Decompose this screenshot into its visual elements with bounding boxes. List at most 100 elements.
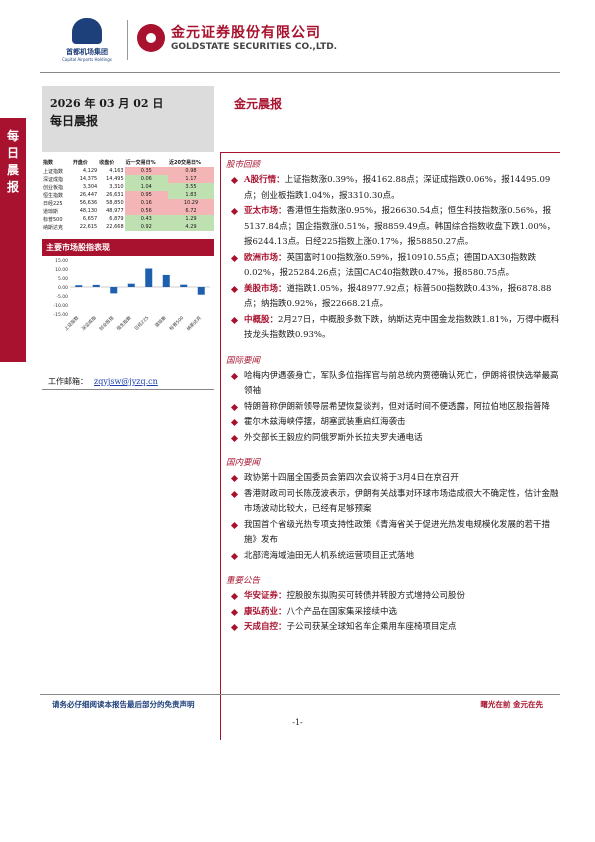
report-subtitle: 每日晨报 <box>50 114 99 128</box>
item-text: 英国富时100指数涨0.59%，报10910.55点；德国DAX30指数跌0.0… <box>244 252 537 279</box>
list-item: 欧洲市场：英国富时100指数涨0.59%，报10910.55点；德国DAX30指… <box>222 251 560 282</box>
item-text: 香港财政司司长陈茂波表示，伊朗有关战事对环球市场造成很大不确定性，估计金融市场波… <box>244 488 559 515</box>
y-tick-label: 10.00 <box>55 267 68 273</box>
open-cell: 4,129 <box>82 168 98 174</box>
change-20d-cell: 3.55 <box>167 183 214 191</box>
change-20d-cell: 1.29 <box>167 215 214 223</box>
col-header: 指数 <box>43 160 54 166</box>
change-1d-cell: 0.43 <box>124 215 168 223</box>
footer-rule <box>40 694 560 695</box>
list-item: 香港财政司司长陈茂波表示，伊朗有关战事对环球市场造成很大不确定性，估计金融市场波… <box>222 487 560 518</box>
contact-label: 工作邮箱： <box>48 377 88 386</box>
x-tick-label: 日经225 <box>133 314 150 331</box>
news-column: 股市回顾 A股行情：上证指数涨0.39%，报4162.88点；深证成指跌0.06%… <box>222 158 560 646</box>
diamond-bullet-icon <box>230 207 239 216</box>
news-section: 国内要闻 政协第十四届全国委员会第四次会议将于3月4日在京召开 香港财政司司长陈茂波… <box>222 456 560 564</box>
open-cell: 22,615 <box>79 224 98 230</box>
list-item: 中概股：2月27日，中概股多数下跌，纳斯达克中国金龙指数跌1.81%，万得中概科… <box>222 313 560 344</box>
index-name-cell: 创业板指 <box>43 184 64 191</box>
change-20d-cell: 4.29 <box>167 223 214 231</box>
col-header: 收盘价 <box>99 160 115 166</box>
page-title: 金元晨报 <box>234 97 283 111</box>
list-item: 我国首个省级光热专项支持性政策《青海省关于促进光热发电规模化发展的若干措施》发布 <box>222 518 560 549</box>
change-1d-cell: 0.16 <box>124 199 168 207</box>
bar <box>127 283 135 287</box>
list-item: 特朗普称伊朗新领导层希望恢复谈判，但对话时间不便透露，阿拉伯地区股指普降 <box>222 400 560 416</box>
capital-airports-emblem-icon <box>72 18 102 44</box>
section-title: 重要公告 <box>226 576 261 586</box>
open-cell: 48,130 <box>79 208 98 214</box>
change-1d-cell: 0.92 <box>124 223 168 231</box>
change-20d-cell: 1.83 <box>167 191 214 199</box>
x-tick-label: 标普500 <box>168 314 185 331</box>
title-rule <box>220 152 560 153</box>
x-tick-label: 深证成指 <box>80 314 98 332</box>
item-text: 2月27日，中概股多数下跌，纳斯达克中国金龙指数跌1.81%，万得中概科技龙头指… <box>244 314 560 341</box>
item-lead: 华安证券： <box>244 591 287 601</box>
section-title: 国内要闻 <box>226 458 261 468</box>
close-cell: 4,163 <box>109 168 124 174</box>
item-lead: 康弘药业： <box>244 606 287 617</box>
change-1d-cell: 0.95 <box>124 191 168 199</box>
email-link[interactable]: zqyjsw@jyzq.cn <box>94 377 158 386</box>
contact: 工作邮箱： zqyjsw@jyzq.cn <box>48 376 158 387</box>
item-text: 哈梅内伊遇袭身亡，军队多位指挥官与前总统内贾德确认死亡，伊朗将很快选举最高领袖 <box>244 370 559 397</box>
col-header: 开盘价 <box>72 160 88 166</box>
close-cell: 14,495 <box>106 176 124 182</box>
table-row: 创业板指 3,304 3,310 1.04 3.55 <box>42 183 214 191</box>
index-name-cell: 上证指数 <box>43 168 64 175</box>
header-rule <box>40 72 560 73</box>
index-name-cell: 日经225 <box>43 200 63 207</box>
open-cell: 3,304 <box>82 184 98 190</box>
close-cell: 22,668 <box>106 224 124 230</box>
index-name-cell: 恒生指数 <box>43 192 64 199</box>
table-row: 标普500 6,657 6,879 0.43 1.29 <box>42 215 214 223</box>
item-text: 控股股东拟购买可转债并转股方式增持公司股份 <box>286 591 466 601</box>
change-1d-cell: 0.06 <box>124 175 168 183</box>
x-tick-label: 纳斯达克 <box>185 314 203 332</box>
list-item: 天成自控：子公司获某全球知名车企乘用车座椅项目定点 <box>222 620 560 636</box>
close-cell: 6,879 <box>109 216 124 222</box>
list-item: 外交部长王毅应约同俄罗斯外长拉夫罗夫通电话 <box>222 431 560 447</box>
contact-rule <box>42 389 214 390</box>
diamond-bullet-icon <box>230 521 239 529</box>
item-text: 子公司获某全球知名车企乘用车座椅项目定点 <box>286 622 457 632</box>
diamond-bullet-icon <box>230 403 239 411</box>
column-divider <box>220 153 221 740</box>
logo2-en-text: GOLDSTATE SECURITIES CO.,LTD. <box>171 42 338 52</box>
bar <box>197 287 205 295</box>
y-tick-label: 5.00 <box>58 276 68 282</box>
bar <box>162 274 170 287</box>
report-date: 2026 年 03 月 02 日 <box>50 97 164 110</box>
change-1d-cell: 1.04 <box>124 183 168 191</box>
col-header: 近一交易日% <box>125 160 156 166</box>
open-cell: 14,375 <box>79 176 98 182</box>
table-row: 深证成指 14,375 14,495 0.06 1.17 <box>42 175 214 183</box>
close-cell: 48,977 <box>106 208 124 214</box>
side-tab: 每日晨报 <box>0 118 26 362</box>
index-table: 指数 开盘价 收盘价 近一交易日% 近20交易日% 上证指数 4,129 4,163… <box>42 158 214 231</box>
y-tick-label: 0.00 <box>58 285 68 291</box>
logo1-cn-text: 首都机场集团 <box>66 48 108 56</box>
diamond-bullet-icon <box>230 418 239 427</box>
open-cell: 26,447 <box>79 192 98 198</box>
index-name-cell: 标普500 <box>43 216 63 223</box>
capital-airports-logo: 首都机场集团 Capital Airports Holdings <box>52 18 122 62</box>
diamond-bullet-icon <box>230 490 239 498</box>
change-20d-cell: 0.98 <box>167 167 214 175</box>
list-item: 亚太市场：香港恒生指数涨0.95%，报26630.54点；恒生科技指数涨0.56… <box>222 204 560 251</box>
logo-divider <box>127 20 128 60</box>
item-lead: 亚太市场： <box>244 206 287 216</box>
change-20d-cell: 6.72 <box>167 207 214 215</box>
table-row: 上证指数 4,129 4,163 0.35 0.98 <box>42 167 214 175</box>
close-cell: 58,850 <box>106 200 124 206</box>
table-row: 纳斯达克 22,615 22,668 0.92 4.29 <box>42 223 214 231</box>
diamond-bullet-icon <box>230 592 239 601</box>
list-item: 霍尔木兹海峡停摆，胡塞武装重启红海袭击 <box>222 415 560 431</box>
list-item: 美股市场：道指跌1.05%，报48977.92点；标普500指数跌0.43%，报… <box>222 282 560 313</box>
y-tick-label: -10.00 <box>53 303 68 309</box>
item-text: 香港恒生指数涨0.95%，报26630.54点；恒生科技指数涨0.56%，报51… <box>244 206 556 247</box>
list-item: 哈梅内伊遇袭身亡，军队多位指挥官与前总统内贾德确认死亡，伊朗将很快选举最高领袖 <box>222 369 560 400</box>
disclaimer-notice: 请务必仔细阅读本报告最后部分的免责声明 <box>52 700 195 709</box>
item-lead: 美股市场： <box>244 283 287 294</box>
